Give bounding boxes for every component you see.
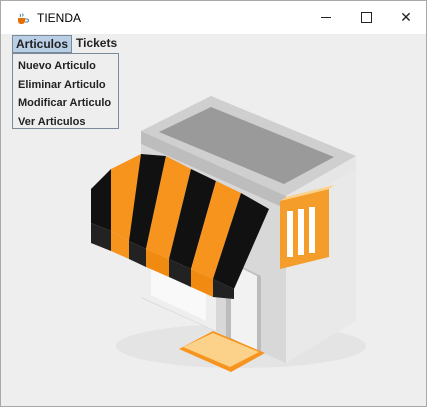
menu-item-eliminar-articulo[interactable]: Eliminar Articulo: [13, 76, 118, 95]
sign-bar: [298, 209, 304, 255]
menu-tickets[interactable]: Tickets: [72, 34, 121, 53]
menu-item-modificar-articulo[interactable]: Modificar Articulo: [13, 94, 118, 113]
menu-item-nuevo-articulo[interactable]: Nuevo Articulo: [13, 57, 118, 76]
articulos-dropdown: Nuevo Articulo Eliminar Articulo Modific…: [12, 53, 119, 129]
menu-item-ver-articulos[interactable]: Ver Articulos: [13, 113, 118, 132]
sign-bar: [309, 207, 315, 253]
menu-articulos[interactable]: Articulos: [12, 34, 73, 53]
menu-bar: Articulos Tickets: [1, 34, 426, 53]
app-window: TIENDA ✕ Articulos Tickets Nuevo Articul…: [0, 0, 427, 407]
sign-bar: [287, 211, 293, 257]
